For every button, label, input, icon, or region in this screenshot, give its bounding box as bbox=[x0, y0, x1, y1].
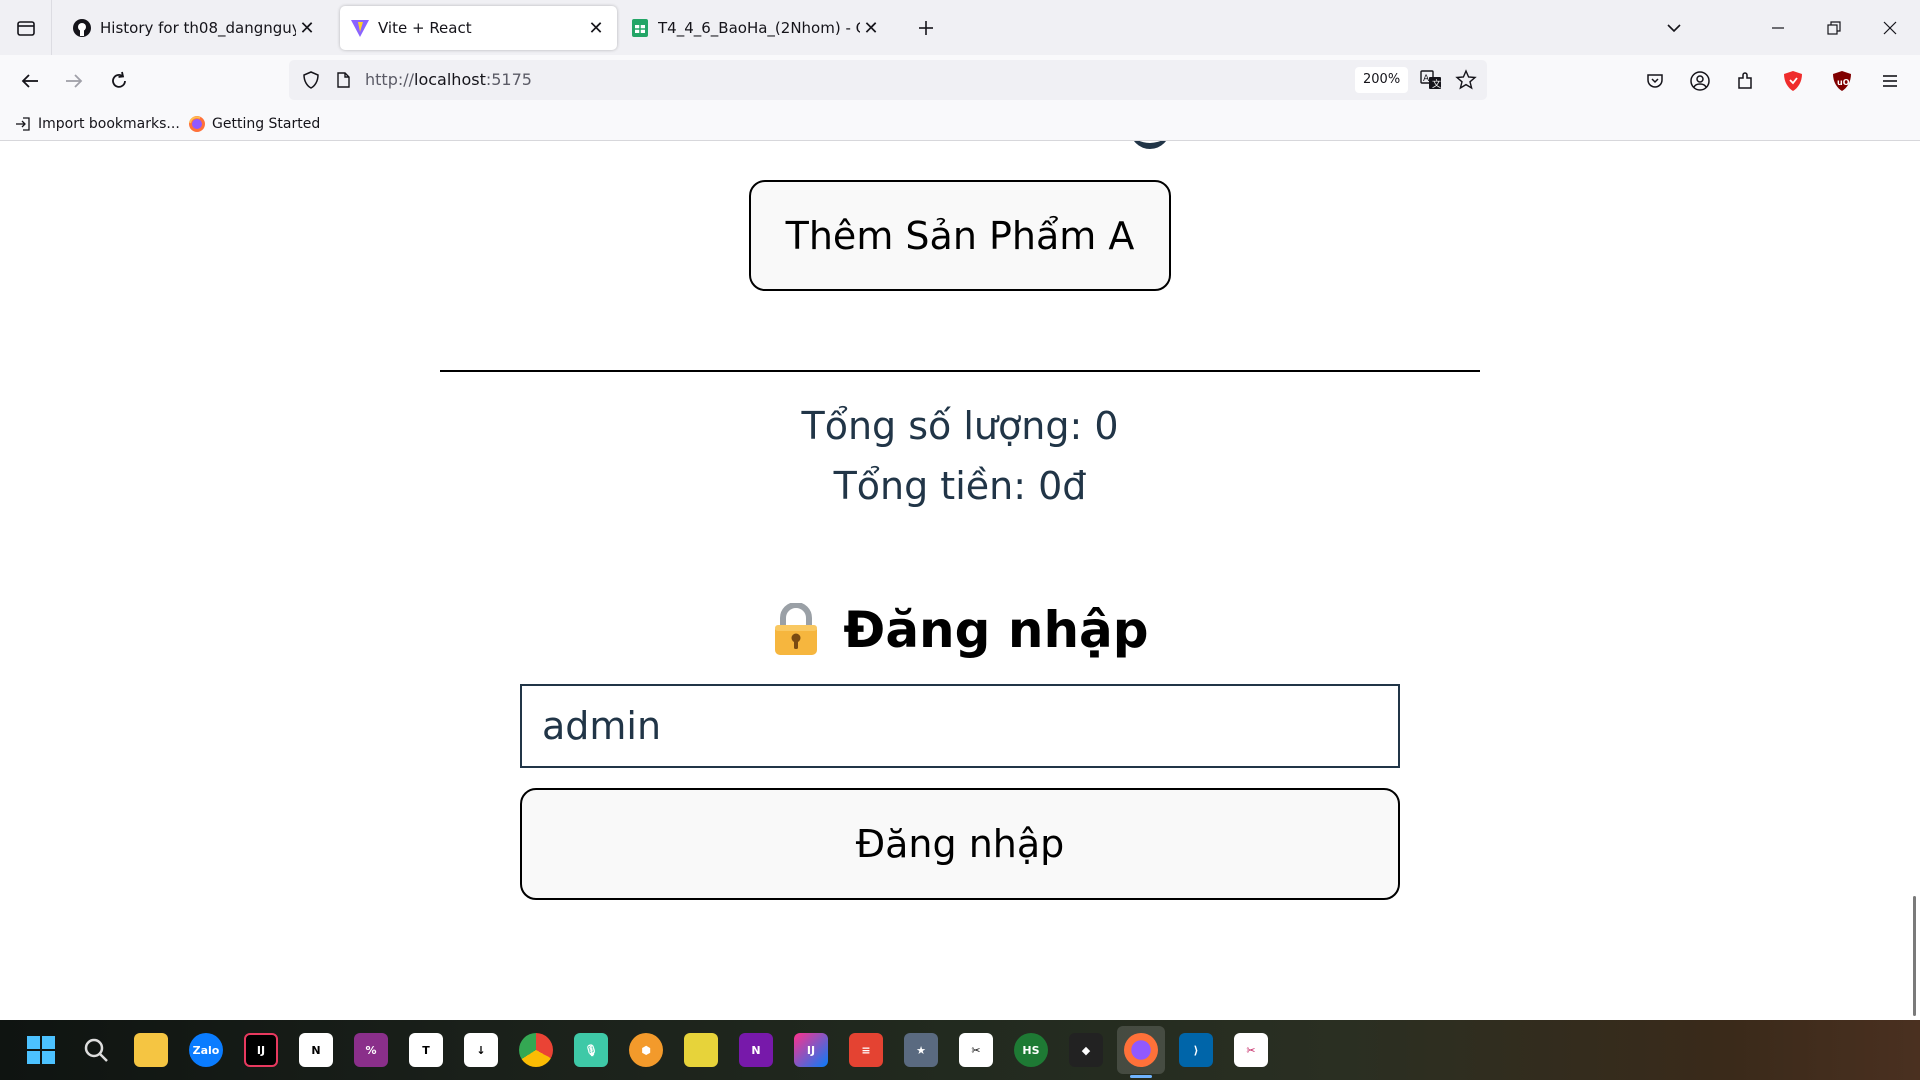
close-tab-icon[interactable]: ✕ bbox=[296, 17, 318, 39]
tab-title: Vite + React bbox=[378, 19, 472, 37]
url-port: :5175 bbox=[485, 70, 532, 89]
vscode-icon[interactable]: ⟩ bbox=[1179, 1033, 1213, 1067]
boxes-icon[interactable]: ◆ bbox=[1069, 1033, 1103, 1067]
close-tab-icon[interactable]: ✕ bbox=[585, 17, 607, 39]
tab-strip: History for th08_dangnguyentie ✕ Vite + … bbox=[0, 0, 1920, 55]
scrollbar-thumb[interactable] bbox=[1913, 896, 1916, 1016]
back-button[interactable] bbox=[12, 63, 48, 99]
firefox-taskbar-icon[interactable] bbox=[1124, 1033, 1158, 1067]
vite-icon bbox=[350, 18, 370, 38]
horizontal-rule bbox=[440, 370, 1480, 372]
new-tab-button[interactable] bbox=[912, 14, 940, 42]
file-explorer-icon[interactable] bbox=[134, 1033, 168, 1067]
add-product-a-button[interactable]: Thêm Sản Phẩm A bbox=[749, 180, 1171, 291]
username-value: admin bbox=[542, 704, 662, 748]
extensions-icon[interactable] bbox=[1729, 65, 1761, 97]
reload-icon bbox=[112, 71, 126, 88]
jetbrains-icon[interactable]: IJ bbox=[794, 1033, 828, 1067]
page-content: Thêm Sản Phẩm A Tổng số lượng: 0 Tổng ti… bbox=[0, 141, 1920, 1020]
ublock-icon[interactable]: uO bbox=[1826, 65, 1858, 97]
svg-text:uO: uO bbox=[1837, 78, 1850, 87]
bookmarks-toolbar: Import bookmarks... Getting Started bbox=[0, 107, 1920, 141]
capcut-icon[interactable]: ✂ bbox=[959, 1033, 993, 1067]
forward-arrow-icon bbox=[66, 74, 83, 88]
firefox-view-button[interactable] bbox=[0, 0, 52, 55]
minimize-icon bbox=[1772, 26, 1784, 29]
restore-icon bbox=[1827, 20, 1841, 35]
navigation-toolbar: http://localhost:5175 200% A文 uO bbox=[0, 55, 1920, 107]
restore-button[interactable] bbox=[1806, 0, 1862, 55]
login-title-text: Đăng nhập bbox=[843, 601, 1149, 659]
tiptap-icon[interactable]: T bbox=[409, 1033, 443, 1067]
url-host: localhost bbox=[414, 70, 486, 89]
firefox-icon bbox=[188, 115, 206, 133]
close-icon bbox=[1883, 21, 1897, 34]
login-heading: Đăng nhập bbox=[0, 601, 1920, 659]
bookmark-getting-started[interactable]: Getting Started bbox=[188, 113, 320, 135]
close-window-button[interactable] bbox=[1862, 0, 1918, 55]
reload-button[interactable] bbox=[101, 63, 137, 99]
lock-icon bbox=[771, 602, 821, 657]
tab-title: T4_4_6_BaoHa_(2Nhom) - Goog bbox=[658, 19, 860, 37]
zalo-icon[interactable]: Zalo bbox=[189, 1033, 223, 1067]
onenote-icon[interactable]: N bbox=[739, 1033, 773, 1067]
tab-title: History for th08_dangnguyentie bbox=[100, 19, 296, 37]
google-sheets-icon bbox=[630, 18, 650, 38]
page-info-icon[interactable] bbox=[331, 68, 355, 92]
helium-icon[interactable]: HS bbox=[1014, 1033, 1048, 1067]
translate-icon[interactable]: A文 bbox=[1419, 68, 1443, 92]
minimize-button[interactable] bbox=[1750, 0, 1806, 55]
tab-google-sheets[interactable]: T4_4_6_BaoHa_(2Nhom) - Goog ✕ bbox=[620, 6, 892, 50]
address-bar[interactable]: http://localhost:5175 200% A文 bbox=[289, 60, 1487, 100]
url-text[interactable]: http://localhost:5175 bbox=[365, 70, 532, 89]
menu-icon[interactable] bbox=[1874, 65, 1906, 97]
github-icon bbox=[72, 18, 92, 38]
close-tab-icon[interactable]: ✕ bbox=[860, 17, 882, 39]
voice-recorder-icon[interactable]: 🎙 bbox=[574, 1033, 608, 1067]
tab-github-history[interactable]: History for th08_dangnguyentie ✕ bbox=[62, 6, 328, 50]
notion-icon[interactable]: N bbox=[299, 1033, 333, 1067]
total-quantity: Tổng số lượng: 0 bbox=[801, 404, 1119, 448]
tab-vite-react[interactable]: Vite + React ✕ bbox=[340, 6, 617, 50]
cut-off-heading bbox=[1130, 141, 1170, 149]
svg-text:文: 文 bbox=[1432, 78, 1441, 90]
login-button[interactable]: Đăng nhập bbox=[520, 788, 1400, 900]
tracking-protection-icon[interactable] bbox=[299, 68, 323, 92]
active-app-indicator bbox=[1130, 1075, 1152, 1078]
forward-button[interactable] bbox=[56, 63, 92, 99]
username-input[interactable]: admin bbox=[520, 684, 1400, 768]
figma-plugin-icon[interactable]: % bbox=[354, 1033, 388, 1067]
zoom-indicator[interactable]: 200% bbox=[1355, 67, 1409, 93]
sticky-notes-icon[interactable] bbox=[684, 1033, 718, 1067]
rider-icon[interactable]: ⬢ bbox=[629, 1033, 663, 1067]
chrome-icon[interactable] bbox=[519, 1033, 553, 1067]
firefox-view-icon bbox=[16, 20, 35, 36]
bookmark-star-icon[interactable] bbox=[1454, 68, 1478, 92]
start-icon[interactable] bbox=[24, 1033, 58, 1067]
svg-text:A: A bbox=[1423, 74, 1430, 84]
todoist-icon[interactable]: ≡ bbox=[849, 1033, 883, 1067]
search-icon[interactable] bbox=[79, 1033, 113, 1067]
app-icon[interactable]: ↓ bbox=[464, 1033, 498, 1067]
ai-tool-icon[interactable]: ★ bbox=[904, 1033, 938, 1067]
import-icon bbox=[14, 115, 32, 133]
chevron-down-icon bbox=[1667, 24, 1681, 33]
brave-shield-icon[interactable] bbox=[1777, 65, 1809, 97]
bookmark-label: Getting Started bbox=[212, 116, 321, 132]
url-scheme: http:// bbox=[365, 70, 415, 89]
windows-taskbar: Zalo IJ N % T ↓ 🎙 ⬢ N IJ ≡ ★ ✂ HS ◆ ⟩ ✂ bbox=[0, 1020, 1920, 1080]
bookmark-import[interactable]: Import bookmarks... bbox=[14, 113, 180, 135]
snipping-tool-icon[interactable]: ✂ bbox=[1234, 1033, 1268, 1067]
total-price: Tổng tiền: 0đ bbox=[833, 464, 1087, 508]
list-all-tabs-button[interactable] bbox=[1660, 14, 1688, 42]
back-arrow-icon bbox=[21, 74, 38, 88]
intellij-icon[interactable]: IJ bbox=[244, 1033, 278, 1067]
bookmark-label: Import bookmarks... bbox=[38, 116, 180, 132]
plus-icon bbox=[919, 21, 933, 35]
pocket-icon[interactable] bbox=[1639, 65, 1671, 97]
account-icon[interactable] bbox=[1684, 65, 1716, 97]
